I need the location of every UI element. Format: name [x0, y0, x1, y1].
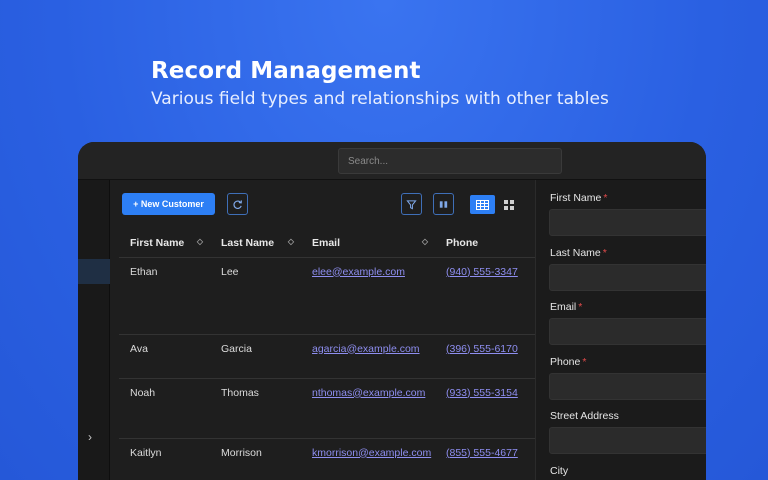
- table-view-icon: [476, 199, 489, 210]
- column-header-last-name[interactable]: Last Name ◇: [210, 230, 301, 258]
- last-name-label: Last Name *: [550, 247, 607, 259]
- app-window: Search... › + New Customer First Name ◇ …: [78, 142, 706, 480]
- email-field[interactable]: [549, 318, 706, 345]
- table-row[interactable]: Ethan Lee elee@example.com (940) 555-334…: [119, 257, 535, 335]
- toolbar: + New Customer: [111, 180, 535, 230]
- chevron-right-icon[interactable]: ›: [88, 430, 92, 444]
- cell-first-name: Kaitlyn: [119, 438, 210, 480]
- table-header-row: First Name ◇ Last Name ◇ Email ◇ Phone: [119, 230, 535, 258]
- cell-email: agarcia@example.com: [301, 334, 435, 379]
- sort-icon[interactable]: ◇: [197, 237, 203, 246]
- last-name-field[interactable]: [549, 264, 706, 291]
- customer-table: First Name ◇ Last Name ◇ Email ◇ Phone Etha…: [119, 230, 535, 480]
- top-bar: Search...: [78, 142, 706, 180]
- cell-last-name: Morrison: [210, 438, 301, 480]
- required-marker: *: [578, 301, 583, 313]
- cell-email: nthomas@example.com: [301, 378, 435, 439]
- phone-link[interactable]: (940) 555-3347: [446, 266, 518, 278]
- email-link[interactable]: nthomas@example.com: [312, 387, 425, 399]
- table-row[interactable]: Ava Garcia agarcia@example.com (396) 555…: [119, 334, 535, 379]
- table-row[interactable]: Kaitlyn Morrison kmorrison@example.com (…: [119, 438, 535, 480]
- cell-first-name: Ethan: [119, 257, 210, 335]
- required-marker: *: [603, 192, 608, 204]
- first-name-label: First Name *: [550, 192, 608, 204]
- city-label: City: [550, 465, 569, 477]
- phone-link[interactable]: (855) 555-4677: [446, 447, 518, 459]
- record-form: First Name * Last Name * Email * Phone * Str…: [535, 180, 706, 480]
- cell-phone: (933) 555-3154: [435, 378, 535, 439]
- cell-last-name: Garcia: [210, 334, 301, 379]
- phone-field[interactable]: [549, 373, 706, 400]
- filter-icon: [406, 199, 417, 209]
- street-address-label: Street Address: [550, 410, 619, 422]
- new-customer-button[interactable]: + New Customer: [122, 193, 215, 215]
- refresh-button[interactable]: [227, 193, 248, 215]
- columns-button[interactable]: [433, 193, 454, 215]
- left-nav: ›: [78, 180, 110, 480]
- cell-last-name: Lee: [210, 257, 301, 335]
- column-header-email[interactable]: Email ◇: [301, 230, 435, 258]
- email-link[interactable]: agarcia@example.com: [312, 343, 420, 355]
- cell-phone: (396) 555-6170: [435, 334, 535, 379]
- sort-icon[interactable]: ◇: [422, 237, 428, 246]
- refresh-icon: [233, 199, 242, 209]
- email-link[interactable]: elee@example.com: [312, 266, 405, 278]
- phone-label: Phone *: [550, 356, 587, 368]
- cell-last-name: Thomas: [210, 378, 301, 439]
- search-input[interactable]: Search...: [338, 148, 562, 174]
- required-marker: *: [582, 356, 587, 368]
- filter-button[interactable]: [401, 193, 422, 215]
- cell-email: kmorrison@example.com: [301, 438, 435, 480]
- grid-view-button[interactable]: [499, 195, 518, 214]
- nav-active-item[interactable]: [78, 259, 110, 284]
- email-link[interactable]: kmorrison@example.com: [312, 447, 431, 459]
- street-address-field[interactable]: [549, 427, 706, 454]
- view-toggle: [470, 195, 518, 214]
- table-row[interactable]: Noah Thomas nthomas@example.com (933) 55…: [119, 378, 535, 439]
- column-header-first-name[interactable]: First Name ◇: [119, 230, 210, 258]
- cell-first-name: Ava: [119, 334, 210, 379]
- column-header-phone[interactable]: Phone: [435, 230, 535, 258]
- phone-link[interactable]: (933) 555-3154: [446, 387, 518, 399]
- cell-phone: (855) 555-4677: [435, 438, 535, 480]
- sort-icon[interactable]: ◇: [288, 237, 294, 246]
- hero-title: Record Management: [151, 58, 421, 84]
- cell-phone: (940) 555-3347: [435, 257, 535, 335]
- required-marker: *: [602, 247, 607, 259]
- cell-email: elee@example.com: [301, 257, 435, 335]
- table-pane: + New Customer First Name ◇ Last Name ◇ …: [111, 180, 568, 480]
- columns-icon: [439, 200, 448, 208]
- phone-link[interactable]: (396) 555-6170: [446, 343, 518, 355]
- grid-view-icon: [503, 199, 514, 210]
- email-label: Email *: [550, 301, 583, 313]
- first-name-field[interactable]: [549, 209, 706, 236]
- table-view-button[interactable]: [470, 195, 495, 214]
- cell-first-name: Noah: [119, 378, 210, 439]
- hero-subtitle: Various field types and relationships wi…: [151, 89, 609, 109]
